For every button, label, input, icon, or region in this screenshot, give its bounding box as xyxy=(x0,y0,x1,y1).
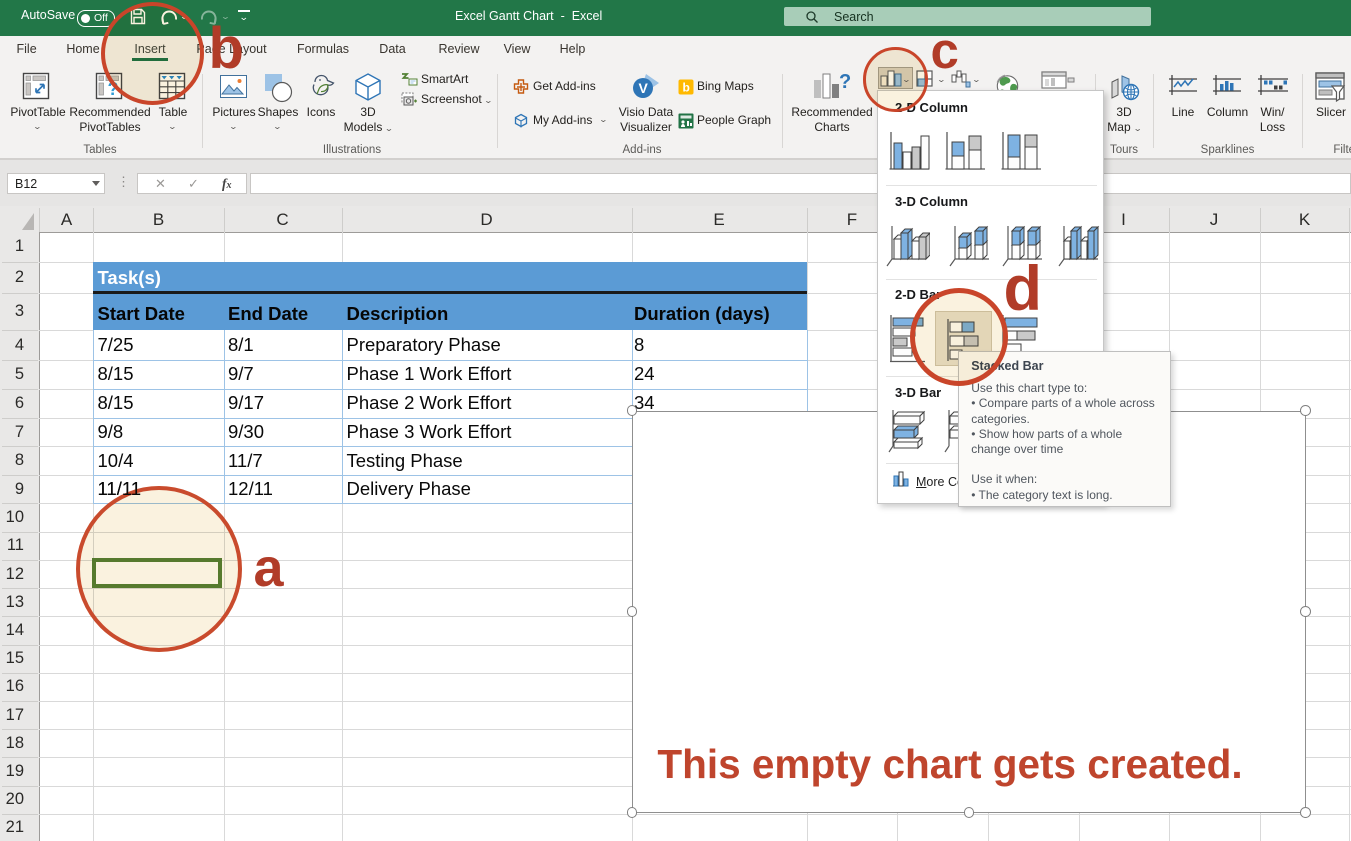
svg-text:?: ? xyxy=(839,72,851,93)
svg-text:V: V xyxy=(639,80,649,96)
svg-text:b: b xyxy=(683,81,690,95)
